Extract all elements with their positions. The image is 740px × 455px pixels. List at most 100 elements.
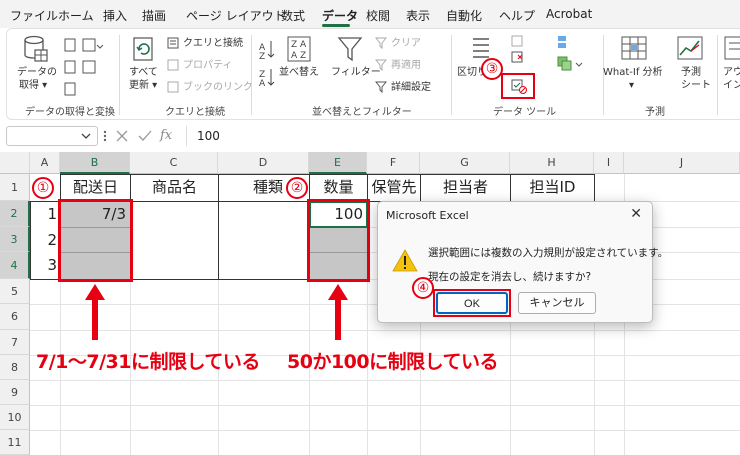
tab-help[interactable]: ヘルプ (499, 7, 535, 24)
text-to-columns-icon (473, 38, 489, 58)
column-header-j[interactable]: J (624, 152, 740, 174)
column-header-c[interactable]: C (130, 152, 218, 174)
gridline (30, 405, 740, 406)
gridline (30, 380, 740, 381)
data-tools-icons[interactable] (557, 35, 583, 75)
group-separator (451, 35, 452, 115)
clear-label: クリア (391, 38, 421, 49)
table-column-c (130, 201, 219, 280)
row-header-11[interactable]: 11 (0, 430, 30, 455)
refresh-icon (133, 37, 153, 61)
insert-function-icon[interactable]: fx (160, 128, 172, 143)
step2-badge: ② (286, 177, 308, 199)
column-header-a[interactable]: A (30, 152, 60, 174)
step1-badge: ① (32, 177, 54, 199)
column-header-f[interactable]: F (367, 152, 420, 174)
row-header-2[interactable]: 2 (0, 201, 30, 227)
group-label-get-transform: データの取得と変換 (25, 107, 115, 118)
column-header-i[interactable]: I (594, 152, 624, 174)
data-validation-highlight (501, 73, 535, 99)
annotation-date-limit: 7/1～7/31に制限している (36, 351, 260, 373)
ribbon: データの 取得 ▾ データの取得と変換 すべて 更新 ▾ クエリと接続 プロパテ… (6, 28, 740, 120)
row-header-3[interactable]: 3 (0, 227, 30, 252)
table-header-storage[interactable]: 保管先 (367, 174, 421, 202)
ok-button-highlight (433, 289, 511, 317)
flash-fill-icon[interactable] (511, 35, 523, 65)
row-header-5[interactable]: 5 (0, 279, 30, 304)
cell-a2[interactable]: 1 (30, 203, 57, 225)
get-data-small-icons[interactable] (63, 37, 103, 99)
cancel-button[interactable]: キャンセル (518, 292, 596, 314)
tab-automate[interactable]: 自動化 (446, 7, 482, 24)
row-header-10[interactable]: 10 (0, 405, 30, 430)
row-header-1[interactable]: 1 (0, 174, 30, 201)
group-label-sort-filter: 並べ替えとフィルター (312, 107, 412, 118)
properties-icon (167, 59, 179, 71)
name-box[interactable] (6, 126, 98, 146)
warning-icon (392, 249, 418, 272)
edit-links-label: ブックのリンク (183, 82, 253, 93)
table-header-owner-id[interactable]: 担当ID (510, 174, 595, 202)
excel-window: ファイル ホーム 挿入 描画 ページ レイアウト 数式 データ 校閲 表示 自動… (0, 0, 740, 455)
group-label-queries: クエリと接続 (165, 107, 225, 118)
sort-asc-desc-icon[interactable]: AZ ZA (259, 39, 275, 99)
table-header-product[interactable]: 商品名 (130, 174, 219, 202)
advanced-filter-icon (375, 81, 387, 93)
tab-draw[interactable]: 描画 (142, 7, 166, 24)
tab-data[interactable]: データ (322, 7, 358, 24)
select-all-corner[interactable] (0, 152, 30, 174)
svg-text:A: A (259, 79, 266, 89)
range-highlight-e (307, 199, 370, 282)
tab-insert[interactable]: 挿入 (103, 7, 127, 24)
link-icon (167, 81, 179, 93)
row-header-9[interactable]: 9 (0, 380, 30, 405)
group-label-forecast: 予測 (645, 107, 665, 118)
tab-review[interactable]: 校閲 (366, 7, 390, 24)
outline-label-2: イン (723, 80, 740, 91)
forecast-icon (677, 36, 703, 60)
cell-a4[interactable]: 3 (30, 254, 57, 276)
dialog-message-1: 選択範囲には複数の入力規則が設定されています。 (428, 247, 669, 259)
svg-text:Z: Z (300, 51, 306, 61)
tab-home[interactable]: ホーム (58, 7, 94, 24)
column-header-e[interactable]: E (309, 152, 367, 174)
cancel-entry-icon[interactable] (116, 130, 128, 142)
cell-a3[interactable]: 2 (30, 229, 57, 251)
formula-input[interactable]: 100 (186, 126, 740, 146)
table-header-quantity[interactable]: 数量 (309, 174, 368, 202)
sort-icon: ZA AZ (287, 36, 311, 62)
step3-badge: ③ (481, 58, 503, 80)
forecast-label-1: 予測 (681, 67, 701, 78)
database-icon (24, 35, 48, 62)
tab-page-layout[interactable]: ページ レイアウト (186, 7, 286, 24)
step4-badge: ④ (412, 277, 434, 299)
confirm-dialog: Microsoft Excel ✕ 選択範囲には複数の入力規則が設定されています… (377, 201, 668, 323)
column-header-b[interactable]: B (60, 152, 130, 174)
row-header-8[interactable]: 8 (0, 355, 30, 380)
table-header-delivery-date[interactable]: 配送日 (60, 174, 131, 202)
refresh-label-2: 更新 ▾ (129, 80, 158, 91)
svg-text:A: A (291, 51, 298, 61)
row-header-7[interactable]: 7 (0, 330, 30, 355)
tab-acrobat[interactable]: Acrobat (546, 7, 592, 21)
get-data-label-2: 取得 ▾ (19, 80, 48, 91)
tab-formulas[interactable]: 数式 (281, 7, 305, 24)
more-options-icon[interactable] (103, 130, 107, 142)
queries-icon (167, 37, 179, 49)
group-separator (119, 35, 120, 115)
tab-file[interactable]: ファイル (10, 7, 58, 24)
filter-icon (337, 37, 363, 62)
table-column-d (218, 201, 310, 280)
column-header-h[interactable]: H (510, 152, 594, 174)
column-header-d[interactable]: D (218, 152, 309, 174)
tab-view[interactable]: 表示 (406, 7, 430, 24)
table-header-owner[interactable]: 担当者 (420, 174, 511, 202)
row-header-6[interactable]: 6 (0, 304, 30, 330)
row-header-4[interactable]: 4 (0, 252, 30, 279)
arrow-up-icon (328, 284, 348, 340)
close-icon[interactable]: ✕ (630, 206, 642, 222)
column-header-g[interactable]: G (420, 152, 510, 174)
dialog-message-2: 現在の設定を消去し、続けますか? (428, 271, 592, 283)
confirm-entry-icon[interactable] (138, 130, 152, 142)
range-highlight-b (58, 199, 133, 282)
